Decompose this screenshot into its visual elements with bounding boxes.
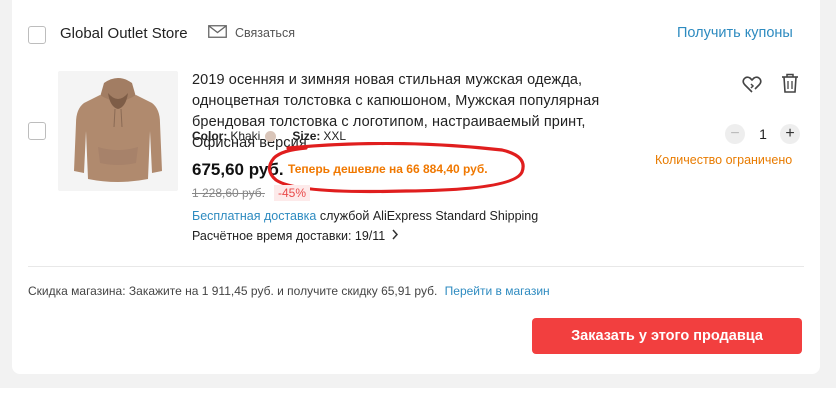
quantity-increase-button[interactable]: + <box>780 124 800 144</box>
color-label: Color: <box>192 129 228 143</box>
item-select-checkbox[interactable] <box>28 122 46 140</box>
color-swatch <box>265 130 277 142</box>
go-to-store-link[interactable]: Перейти в магазин <box>445 284 550 298</box>
get-coupons-link[interactable]: Получить купоны <box>677 25 793 41</box>
hoodie-image <box>74 78 162 182</box>
size-label: Size: <box>292 129 321 143</box>
contact-seller-button[interactable]: Связаться <box>208 25 295 41</box>
store-name[interactable]: Global Outlet Store <box>60 25 188 42</box>
quantity-decrease-button[interactable]: − <box>725 124 745 144</box>
store-discount-info: Скидка магазина: Закажите на 1 911,45 ру… <box>28 284 550 298</box>
store-cart-card: Global Outlet Store Связаться Получить к… <box>12 0 820 374</box>
color-value: Khaki <box>230 129 261 143</box>
delivery-label: Расчётное время доставки: 19/11 <box>192 229 386 243</box>
next-card-edge <box>0 388 836 418</box>
quantity-value[interactable]: 1 <box>753 126 773 142</box>
size-value: XXL <box>323 129 347 143</box>
limited-quantity-label: Количество ограничено <box>655 153 793 167</box>
wishlist-button[interactable] <box>741 73 763 95</box>
trash-icon <box>782 73 798 93</box>
section-divider <box>28 266 804 267</box>
shipping-service: службой AliExpress Standard Shipping <box>319 209 539 223</box>
store-discount-label: Скидка магазина: <box>28 284 126 298</box>
free-shipping-label: Бесплатная доставка <box>192 209 317 223</box>
heart-sync-icon <box>742 75 762 93</box>
envelope-icon <box>208 25 227 41</box>
order-from-seller-button[interactable]: Заказать у этого продавца <box>532 318 802 354</box>
old-price: 1 228,60 руб. <box>192 186 265 200</box>
store-discount-text: Закажите на 1 911,45 руб. и получите ски… <box>128 284 438 298</box>
discount-badge: -45% <box>274 185 311 201</box>
delete-button[interactable] <box>779 72 801 94</box>
shipping-info: Бесплатная доставка службой AliExpress S… <box>192 209 538 223</box>
chevron-right-icon <box>391 229 399 243</box>
store-select-checkbox[interactable] <box>28 26 46 44</box>
delivery-estimate[interactable]: Расчётное время доставки: 19/11 <box>192 229 399 243</box>
product-image[interactable] <box>58 71 178 191</box>
product-properties[interactable]: Color: Khaki Size: XXL <box>192 129 346 143</box>
contact-label: Связаться <box>235 26 295 40</box>
